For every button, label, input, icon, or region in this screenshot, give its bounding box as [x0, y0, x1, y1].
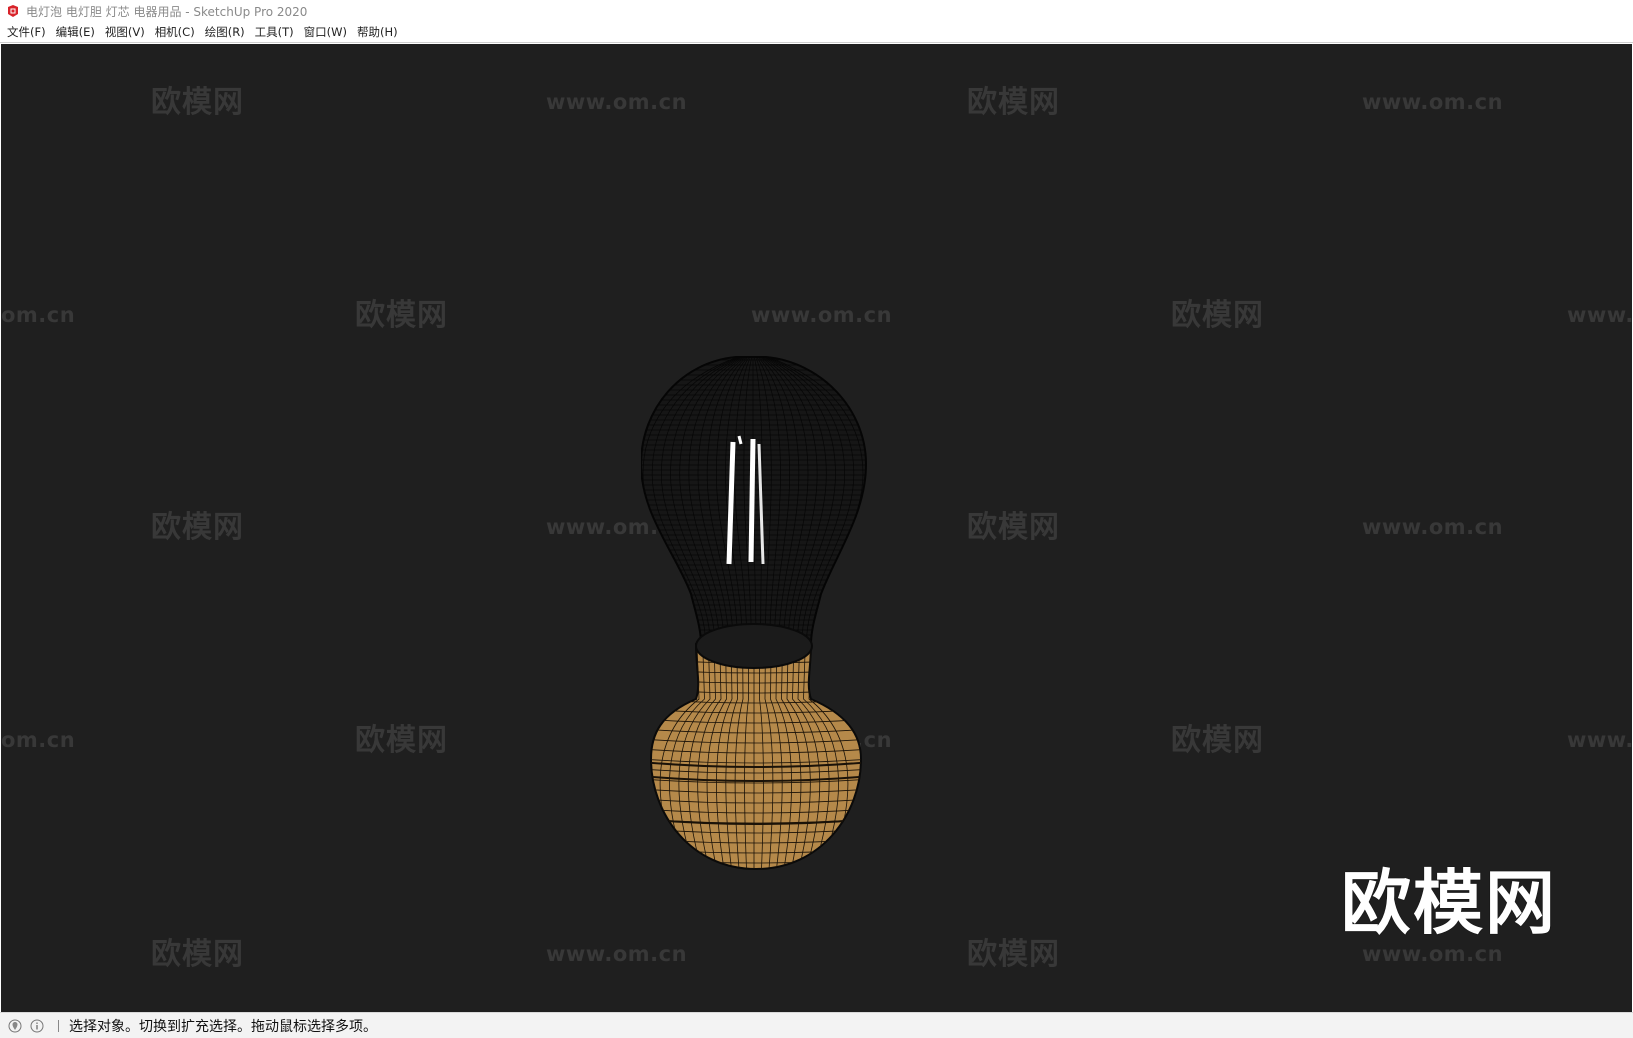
- status-separator: [58, 1019, 59, 1032]
- status-message: 选择对象。切换到扩充选择。拖动鼠标选择多项。: [69, 1018, 377, 1035]
- watermark-logo-text: 欧模网: [1171, 298, 1264, 333]
- bulb-glass: [641, 356, 868, 645]
- menu-tools[interactable]: 工具(T): [252, 24, 301, 40]
- geo-location-icon[interactable]: [8, 1019, 22, 1033]
- info-icon[interactable]: [30, 1019, 44, 1033]
- watermark-logo-text: 欧模网: [151, 937, 244, 972]
- menu-camera[interactable]: 相机(C): [152, 24, 202, 40]
- watermark-url-partial: om.cn: [1, 728, 76, 752]
- watermark-logo-text: 欧模网: [1171, 723, 1264, 758]
- watermark-url-partial: www.: [1567, 728, 1632, 752]
- status-bar: 选择对象。切换到扩充选择。拖动鼠标选择多项。: [0, 1012, 1633, 1038]
- sketchup-app-icon: [8, 5, 18, 17]
- menu-file[interactable]: 文件(F): [4, 24, 53, 40]
- menu-view[interactable]: 视图(V): [102, 24, 152, 40]
- watermark-url: www.om.cn: [546, 90, 688, 114]
- bulb-base: [649, 623, 863, 871]
- watermark-logo-text: 欧模网: [151, 510, 244, 545]
- watermark-logo-text: 欧模网: [967, 937, 1060, 972]
- menu-help[interactable]: 帮助(H): [354, 24, 405, 40]
- menu-edit[interactable]: 编辑(E): [53, 24, 102, 40]
- watermark-logo-text: 欧模网: [355, 298, 448, 333]
- watermark-url: www.om.cn: [1362, 515, 1504, 539]
- model-viewport[interactable]: 欧模网 www.om.cn 欧模网 www.om.cn om.cn 欧模网 ww…: [1, 44, 1632, 1012]
- watermark-url-partial: om.cn: [1, 303, 76, 327]
- watermark-url-partial: www.: [1567, 303, 1632, 327]
- watermark-logo-text: 欧模网: [967, 510, 1060, 545]
- light-bulb-model[interactable]: [641, 314, 901, 914]
- menu-window[interactable]: 窗口(W): [301, 24, 354, 40]
- watermark-logo-text: 欧模网: [355, 723, 448, 758]
- watermark-url: www.om.cn: [1362, 90, 1504, 114]
- watermark-logo-text: 欧模网: [967, 85, 1060, 120]
- menu-draw[interactable]: 绘图(R): [202, 24, 252, 40]
- watermark-url: www.om.cn: [546, 942, 688, 966]
- menu-bar: 文件(F) 编辑(E) 视图(V) 相机(C) 绘图(R) 工具(T) 窗口(W…: [0, 22, 1633, 43]
- window-title: 电灯泡 电灯胆 灯芯 电器用品 - SketchUp Pro 2020: [26, 4, 308, 19]
- watermark-logo-text: 欧模网: [151, 85, 244, 120]
- title-bar: 电灯泡 电灯胆 灯芯 电器用品 - SketchUp Pro 2020: [0, 0, 1633, 22]
- watermark-logo-large: 欧模网: [1341, 862, 1557, 944]
- watermark-url: www.om.cn: [1362, 942, 1504, 966]
